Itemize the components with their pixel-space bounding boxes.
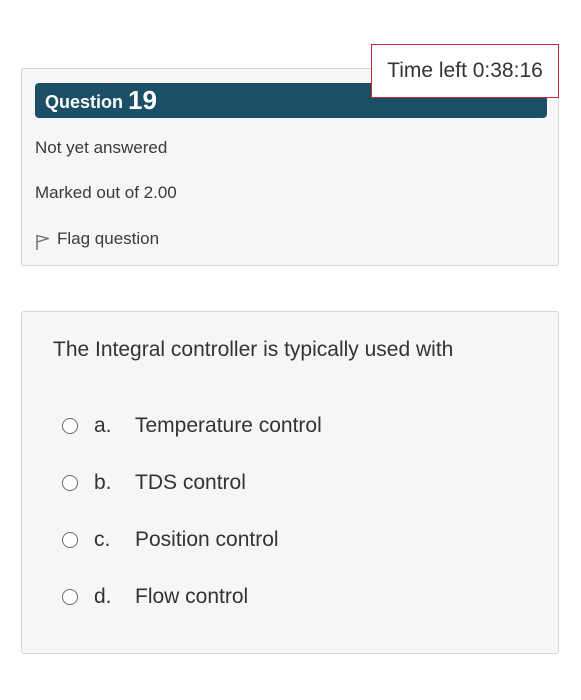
option-letter-b: b. — [94, 471, 112, 494]
option-letter-c: c. — [94, 528, 111, 551]
flag-question-button[interactable]: Flag question — [35, 229, 160, 250]
answer-option-a[interactable]: a. Temperature control — [62, 410, 322, 442]
answer-status: Not yet answered — [35, 138, 168, 157]
option-label-d[interactable]: Flow control — [135, 585, 248, 609]
question-content-card: The Integral controller is typically use… — [21, 311, 559, 654]
flag-icon — [36, 234, 50, 250]
flag-question-label: Flag question — [57, 229, 160, 248]
option-letter-a: a. — [94, 414, 112, 437]
question-number: 19 — [128, 85, 157, 115]
question-label: Question — [45, 92, 124, 112]
option-letter-d: d. — [94, 585, 112, 608]
answer-option-d[interactable]: d. Flow control — [62, 581, 248, 613]
radio-button-a[interactable] — [62, 418, 78, 434]
question-marks: Marked out of 2.00 — [35, 183, 177, 202]
option-label-b[interactable]: TDS control — [135, 471, 246, 495]
radio-button-c[interactable] — [62, 532, 78, 548]
answer-option-c[interactable]: c. Position control — [62, 524, 279, 556]
time-left-timer: Time left 0:38:16 — [371, 44, 559, 98]
radio-button-b[interactable] — [62, 475, 78, 491]
question-text: The Integral controller is typically use… — [53, 338, 454, 361]
answer-option-b[interactable]: b. TDS control — [62, 467, 246, 499]
option-label-c[interactable]: Position control — [135, 528, 279, 552]
option-label-a[interactable]: Temperature control — [135, 414, 322, 438]
radio-button-d[interactable] — [62, 589, 78, 605]
